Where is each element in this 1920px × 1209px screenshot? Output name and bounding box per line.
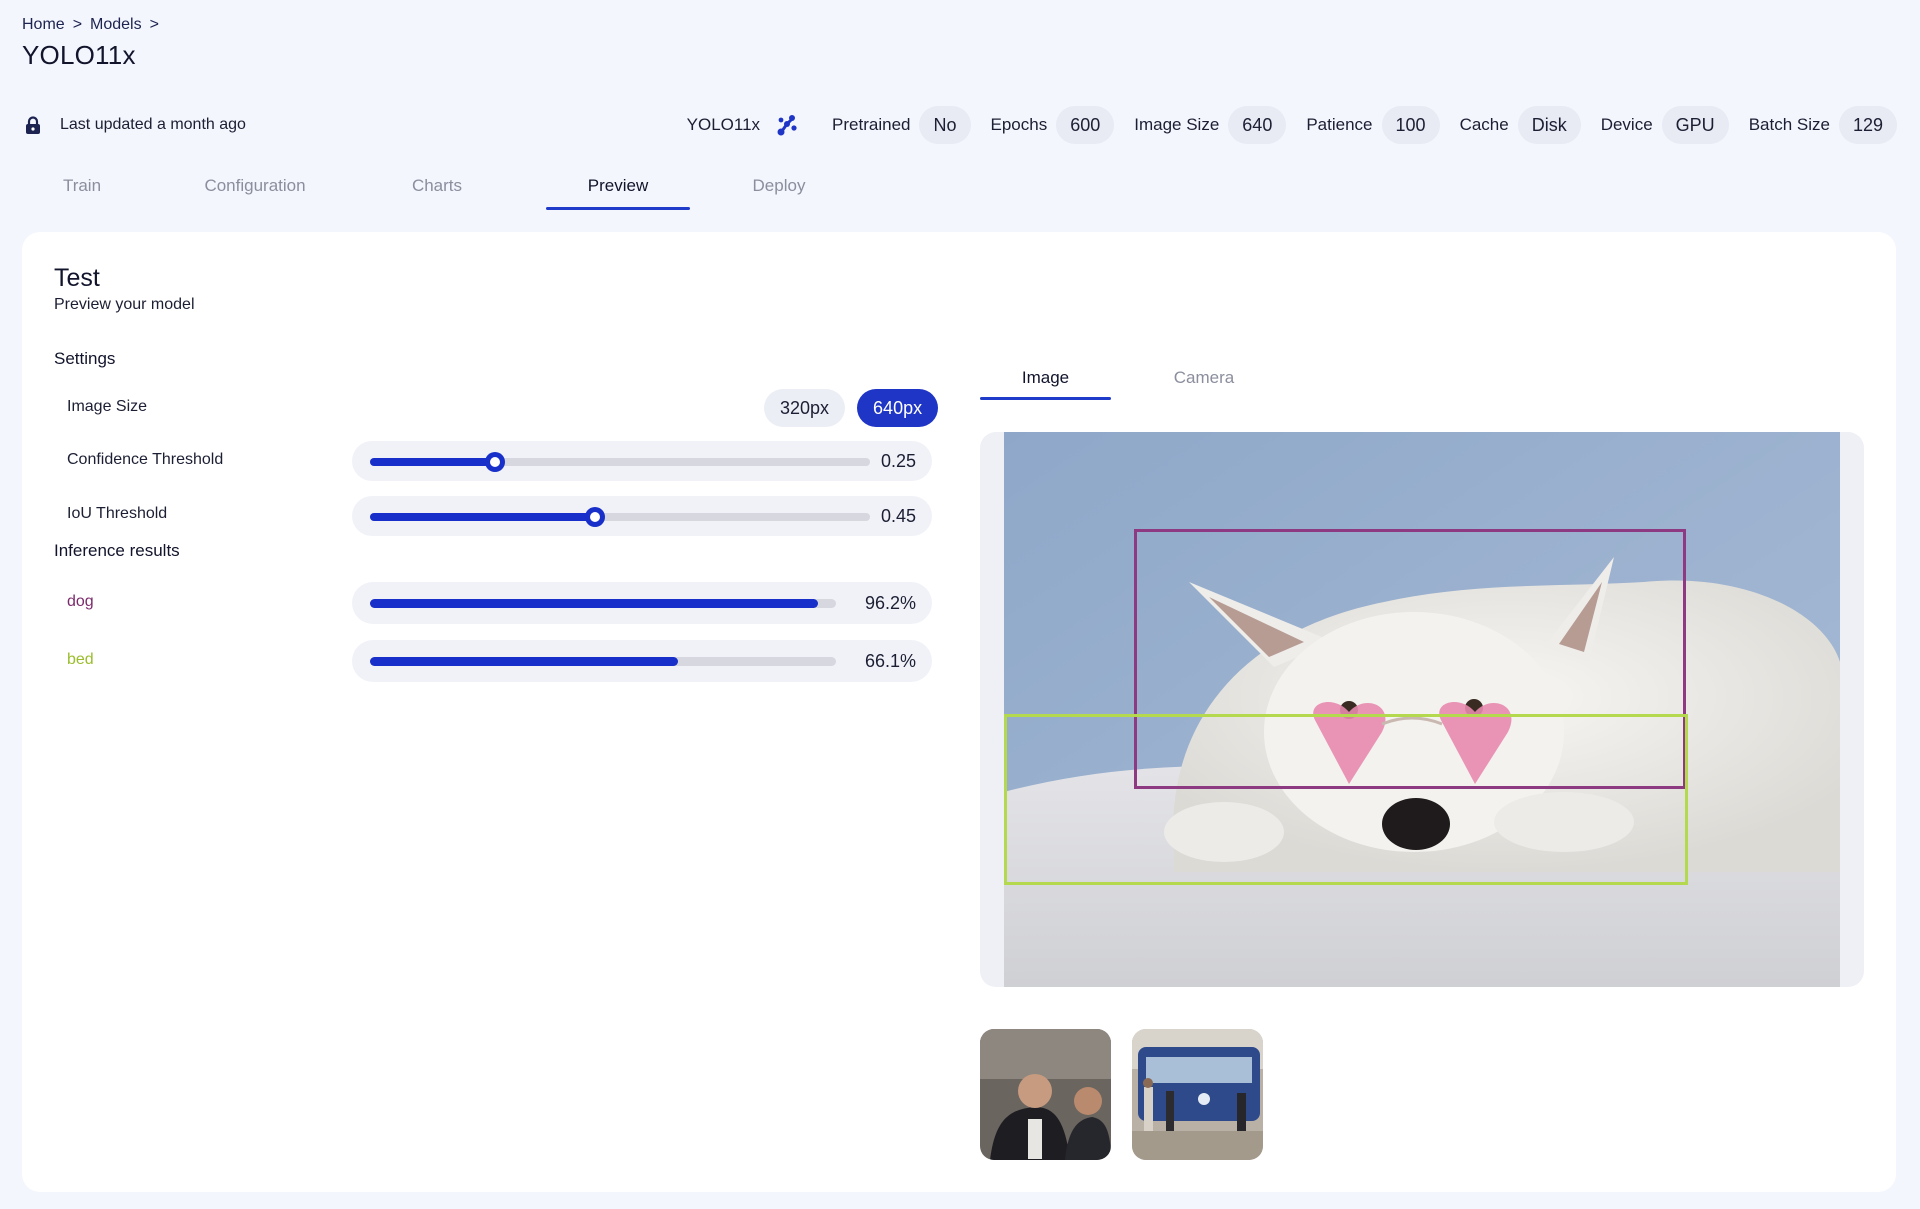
meta-epochs: Epochs 600	[991, 106, 1115, 144]
meta-patience-label: Patience	[1306, 115, 1373, 134]
result-fill-dog	[370, 599, 819, 608]
people-thumbnail	[980, 1029, 1111, 1160]
sample-thumbnails	[980, 1029, 1263, 1160]
confidence-slider-container: 0.25	[352, 441, 932, 481]
result-track-dog	[370, 599, 836, 608]
meta-batch-size-value: 129	[1838, 106, 1897, 144]
result-bar-bed: 66.1%	[352, 640, 932, 682]
page-title: YOLO11x	[22, 40, 136, 70]
result-value-bed: 66.1%	[864, 650, 916, 671]
meta-image-size-value: 640	[1228, 106, 1287, 144]
meta-cache: Cache Disk	[1460, 106, 1581, 144]
iou-slider-container: 0.45	[352, 496, 932, 536]
meta-device: Device GPU	[1601, 106, 1729, 144]
iou-value: 0.45	[880, 505, 916, 526]
bus-thumbnail	[1132, 1029, 1263, 1160]
last-updated-group: Last updated a month ago	[22, 114, 246, 136]
confidence-threshold-label: Confidence Threshold	[67, 451, 224, 468]
model-nodes-icon	[774, 112, 800, 138]
tab-camera[interactable]: Camera	[1111, 356, 1297, 400]
preview-frame	[980, 432, 1864, 987]
detection-box-bed	[1004, 714, 1688, 885]
meta-pretrained: Pretrained No	[832, 106, 971, 144]
tab-charts[interactable]: Charts	[368, 162, 506, 210]
image-size-label: Image Size	[67, 398, 148, 415]
lock-icon	[22, 114, 44, 136]
confidence-slider-fill	[370, 458, 495, 466]
meta-batch-size-label: Batch Size	[1748, 115, 1830, 134]
tab-train[interactable]: Train	[22, 162, 142, 210]
meta-pretrained-value: No	[919, 106, 971, 144]
tab-image[interactable]: Image	[980, 356, 1111, 400]
breadcrumb-models[interactable]: Models	[90, 16, 142, 34]
breadcrumb-home[interactable]: Home	[22, 16, 65, 34]
result-label-bed: bed	[67, 651, 94, 668]
confidence-value: 0.25	[880, 450, 916, 471]
meta-pretrained-label: Pretrained	[832, 115, 911, 134]
confidence-slider-handle[interactable]	[485, 452, 505, 472]
meta-cache-value: Disk	[1517, 106, 1581, 144]
settings-heading: Settings	[54, 349, 116, 368]
inference-results-heading: Inference results	[54, 541, 180, 560]
iou-slider-handle[interactable]	[585, 507, 605, 527]
meta-cache-label: Cache	[1459, 115, 1509, 134]
test-subtitle: Preview your model	[54, 296, 195, 313]
size-320-button[interactable]: 320px	[764, 389, 846, 427]
meta-batch-size: Batch Size 129	[1749, 106, 1897, 144]
model-meta-row: Last updated a month ago YOLO11x Pretrai…	[22, 106, 1897, 144]
tab-deploy[interactable]: Deploy	[690, 162, 868, 210]
meta-device-label: Device	[1600, 115, 1653, 134]
result-label-dog: dog	[67, 593, 94, 610]
meta-image-size: Image Size 640	[1134, 106, 1287, 144]
size-640-button[interactable]: 640px	[857, 389, 939, 427]
result-track-bed	[370, 657, 836, 666]
meta-patience: Patience 100	[1306, 106, 1440, 144]
test-card: Test Preview your model Settings Image S…	[22, 232, 1896, 1192]
meta-epochs-value: 600	[1056, 106, 1115, 144]
breadcrumb-separator: >	[149, 16, 159, 33]
result-value-dog: 96.2%	[864, 592, 916, 613]
breadcrumb-separator: >	[72, 16, 83, 33]
iou-threshold-label: IoU Threshold	[67, 505, 168, 522]
iou-slider-track[interactable]	[370, 507, 870, 527]
header: Home > Models > YOLO11x	[22, 16, 159, 71]
result-bar-dog: 96.2%	[352, 582, 932, 624]
tab-configuration[interactable]: Configuration	[142, 162, 368, 210]
result-fill-bed	[370, 657, 679, 666]
main-tabs: Train Configuration Charts Preview Deplo…	[22, 162, 868, 210]
preview-source-tabs: Image Camera	[980, 356, 1297, 400]
sample-image-bus[interactable]	[1132, 1029, 1263, 1160]
tab-preview[interactable]: Preview	[546, 162, 690, 210]
sample-image-people[interactable]	[980, 1029, 1111, 1160]
meta-patience-value: 100	[1381, 106, 1440, 144]
confidence-slider-track[interactable]	[370, 452, 870, 472]
breadcrumb: Home > Models >	[22, 16, 159, 34]
meta-device-value: GPU	[1661, 106, 1729, 144]
last-updated-text: Last updated a month ago	[60, 116, 246, 133]
test-title: Test	[54, 264, 100, 292]
preview-image	[1004, 432, 1840, 987]
model-name: YOLO11x	[686, 115, 761, 134]
model-params: YOLO11x Pretrained No Epochs 600 Image S…	[687, 106, 1897, 144]
meta-image-size-label: Image Size	[1134, 115, 1220, 134]
image-size-toggle: 320px 640px	[764, 389, 939, 427]
meta-epochs-label: Epochs	[990, 115, 1048, 134]
iou-slider-fill	[370, 513, 595, 521]
